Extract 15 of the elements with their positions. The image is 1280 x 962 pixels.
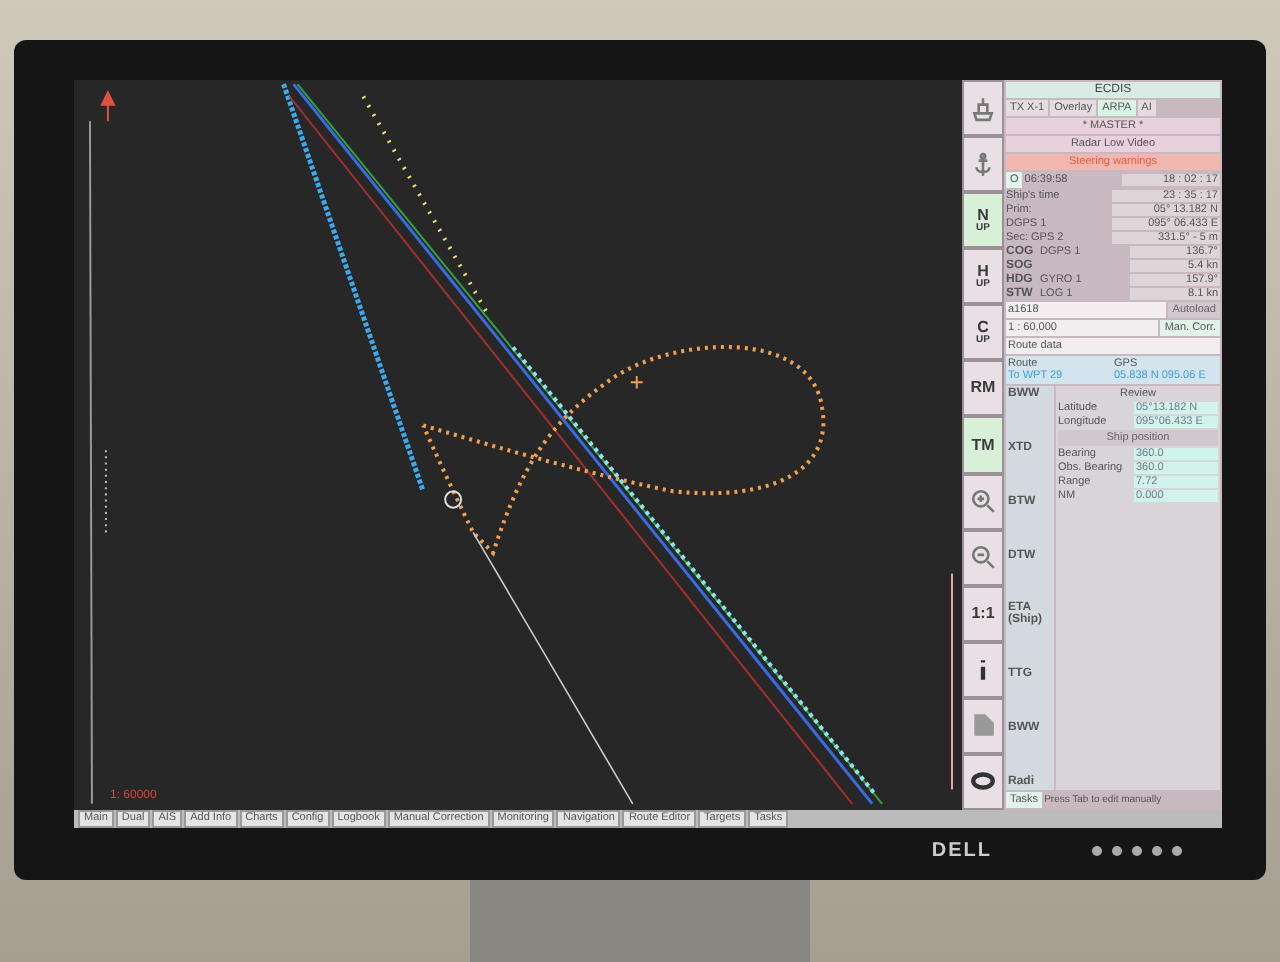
mode-button[interactable]: 1:1 bbox=[962, 585, 1004, 642]
anchor-icon bbox=[970, 151, 996, 178]
zoom-out-icon bbox=[970, 544, 996, 571]
ring-icon bbox=[970, 768, 996, 795]
north-arrow-icon bbox=[100, 91, 116, 123]
mode-button[interactable]: RM bbox=[962, 360, 1004, 417]
zoom-in-icon bbox=[970, 488, 996, 515]
cross-icon bbox=[629, 375, 644, 390]
mode-button[interactable]: TM bbox=[962, 416, 1004, 474]
chart-page-icon bbox=[970, 712, 996, 739]
tool-button[interactable] bbox=[962, 753, 1004, 811]
ship-icon bbox=[970, 95, 996, 122]
tool-button[interactable] bbox=[962, 641, 1004, 698]
monitor-logo: DELL bbox=[931, 840, 992, 862]
ship-symbol-icon bbox=[444, 490, 463, 509]
